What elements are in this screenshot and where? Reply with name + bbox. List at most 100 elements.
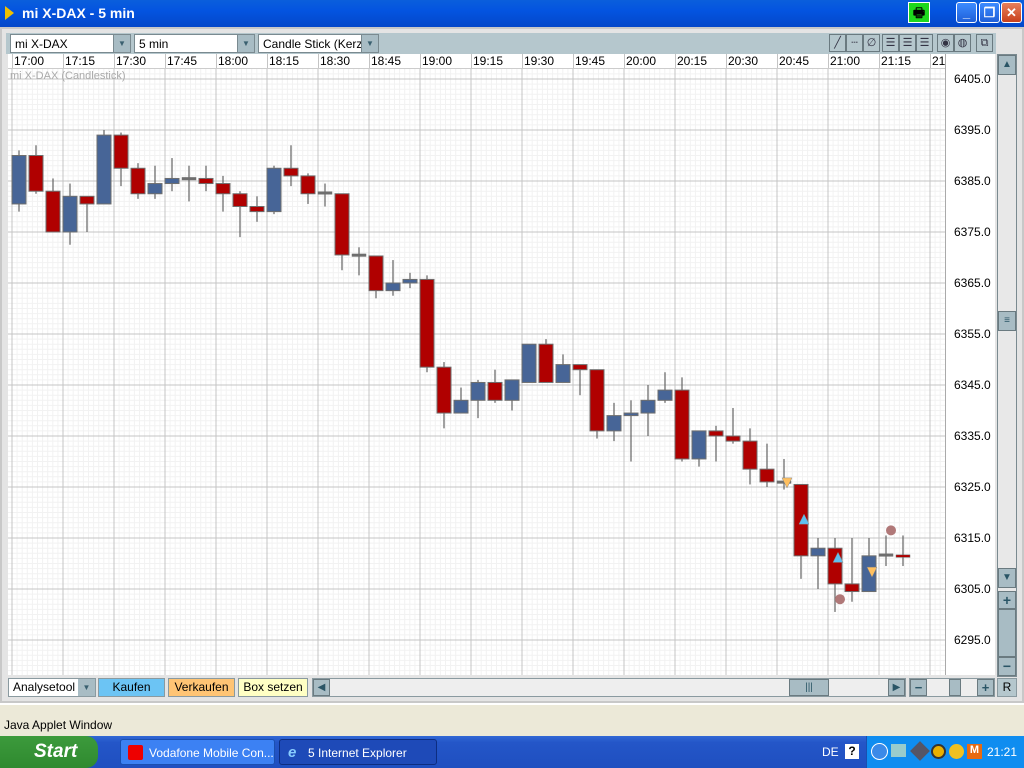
grid-style-2-tool[interactable]: ☰: [899, 34, 916, 52]
candle-up: [11, 155, 27, 205]
position-marker-icon: [886, 525, 896, 536]
interval-value: 5 min: [139, 37, 169, 51]
price-label: 6335.0: [954, 429, 991, 443]
time-zoom-out-button[interactable]: −: [910, 679, 927, 696]
zoom-in-tool[interactable]: ◉: [937, 34, 954, 52]
chevron-down-icon[interactable]: ▼: [237, 35, 254, 52]
horizontal-scroll-thumb[interactable]: |||: [789, 679, 829, 696]
time-tick: [216, 54, 217, 68]
chevron-down-icon[interactable]: ▼: [78, 679, 95, 696]
price-axis: 6405.0 6395.0 6385.0 6375.0 6365.0 6355.0 6345…: [945, 54, 995, 675]
candle-down: [368, 255, 384, 292]
delete-drawing-tool[interactable]: ∅: [863, 34, 880, 52]
instrument-select[interactable]: mi X-DAX ▼: [10, 34, 131, 53]
help-icon[interactable]: ?: [845, 744, 859, 759]
maximize-button[interactable]: ❐: [979, 2, 1000, 23]
candle-down: [759, 468, 775, 483]
candle-up: [623, 412, 639, 417]
grid-style-3-tool[interactable]: ☰: [916, 34, 933, 52]
horizontal-line-tool[interactable]: ┄: [846, 34, 863, 52]
candle-down: [725, 435, 741, 442]
candle-doji: [895, 554, 911, 558]
time-tick: [828, 54, 829, 68]
time-tick: [522, 54, 523, 68]
time-zoom-slider[interactable]: − +: [909, 678, 995, 697]
candle-doji: [878, 553, 894, 557]
candle-down: [708, 430, 724, 437]
chevron-down-icon[interactable]: ▼: [361, 35, 378, 52]
minimize-button[interactable]: _: [956, 2, 977, 23]
set-box-button[interactable]: Box setzen: [238, 678, 308, 697]
m-app-icon[interactable]: M: [967, 744, 982, 759]
candle-down: [742, 440, 758, 470]
time-tick: [420, 54, 421, 68]
bottom-toolbar: Analysetool ▼ Kaufen Verkaufen Box setzen…: [6, 678, 1018, 698]
title-bar: mi X-DAX - 5 min 🖶 _ ❐ ✕: [0, 0, 1024, 27]
time-label: 18:15: [269, 54, 300, 68]
analysis-tool-select[interactable]: Analysetool ▼: [8, 678, 96, 697]
interval-select[interactable]: 5 min ▼: [134, 34, 255, 53]
price-label: 6295.0: [954, 633, 991, 647]
time-label: 19:00: [422, 54, 453, 68]
time-label: 20:15: [677, 54, 708, 68]
candle-down: [28, 155, 44, 192]
language-indicator[interactable]: DE: [822, 745, 839, 759]
horizontal-scrollbar[interactable]: ◀ ||| ▶: [312, 678, 906, 697]
show-hidden-icons-icon[interactable]: [871, 743, 888, 760]
scroll-down-button[interactable]: ▼: [998, 568, 1016, 588]
zoom-in-button[interactable]: +: [998, 591, 1016, 609]
start-button[interactable]: Start: [0, 736, 98, 768]
chart-canvas[interactable]: [8, 69, 945, 675]
time-label: 18:45: [371, 54, 402, 68]
task-internet-explorer[interactable]: 5 Internet Explorer e: [279, 739, 437, 765]
price-label: 6305.0: [954, 582, 991, 596]
price-label: 6345.0: [954, 378, 991, 392]
print-button[interactable]: 🖶: [908, 2, 930, 23]
time-label: 19:30: [524, 54, 555, 68]
time-zoom-in-button[interactable]: +: [977, 679, 994, 696]
security-icon[interactable]: [949, 744, 964, 759]
zoom-out-tool[interactable]: ◍: [954, 34, 971, 52]
candle-up: [147, 183, 163, 195]
candle-down: [283, 167, 299, 177]
scroll-left-button[interactable]: ◀: [313, 679, 330, 696]
candle-down: [334, 193, 350, 256]
status-bar: Java Applet Window: [0, 703, 1024, 736]
candle-down: [589, 369, 605, 432]
chart-type-select[interactable]: Candle Stick (Kerzen ▼: [258, 34, 379, 53]
time-label: 20:30: [728, 54, 759, 68]
vertical-scrollbar[interactable]: ▲ ≡ ▼ + −: [997, 54, 1017, 677]
sell-button[interactable]: Verkaufen: [168, 678, 235, 697]
scroll-thumb[interactable]: ≡: [998, 311, 1016, 331]
grid-style-1-tool[interactable]: ☰: [882, 34, 899, 52]
candle-down: [79, 195, 95, 205]
candle-up: [810, 547, 826, 557]
candle-up: [640, 399, 656, 414]
chevron-down-icon[interactable]: ▼: [113, 35, 130, 52]
clock: 21:21: [987, 745, 1018, 759]
buy-button[interactable]: Kaufen: [98, 678, 165, 697]
candle-up: [453, 399, 469, 414]
network-icon[interactable]: [891, 744, 906, 757]
time-zoom-thumb[interactable]: [949, 679, 961, 696]
close-button[interactable]: ✕: [1001, 2, 1022, 23]
scroll-up-button[interactable]: ▲: [998, 55, 1016, 75]
detach-window-tool[interactable]: ⧉: [976, 34, 993, 52]
reset-button[interactable]: R: [997, 678, 1017, 697]
candle-doji: [317, 191, 333, 195]
zoom-out-button[interactable]: −: [998, 657, 1016, 676]
rocket-icon[interactable]: [910, 741, 930, 761]
candle-up: [691, 430, 707, 460]
candle-up: [657, 389, 673, 401]
draw-line-tool[interactable]: ╱: [829, 34, 846, 52]
candle-down: [232, 193, 248, 207]
candle-down: [572, 364, 588, 371]
scroll-right-button[interactable]: ▶: [888, 679, 905, 696]
candle-down: [198, 177, 214, 185]
candlestick-chart[interactable]: [8, 69, 945, 675]
zoom-track[interactable]: [998, 609, 1016, 657]
task-label: 5 Internet Explorer: [308, 746, 407, 760]
candle-up: [385, 282, 401, 292]
task-vodafone[interactable]: Vodafone Mobile Con...: [120, 739, 275, 765]
globe-icon[interactable]: [931, 744, 946, 759]
